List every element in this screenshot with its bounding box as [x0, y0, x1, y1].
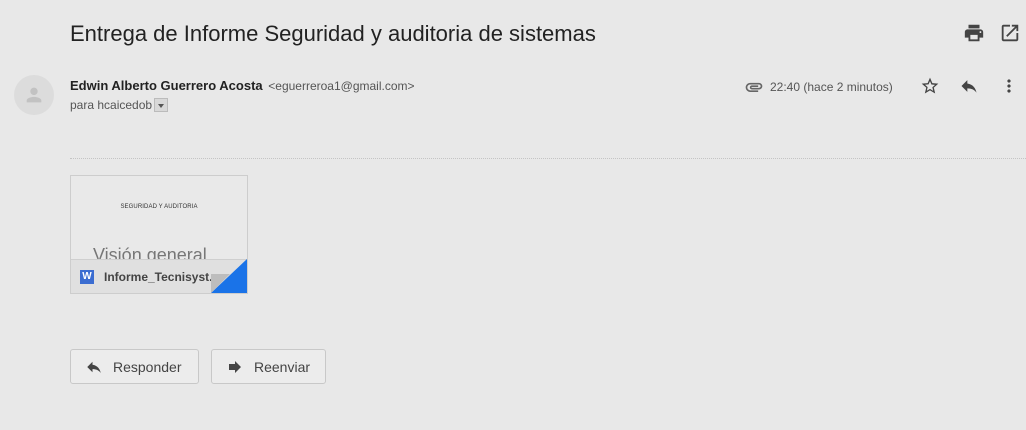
recipient-line: para hcaicedob [70, 98, 169, 112]
reply-icon [87, 361, 101, 373]
print-icon[interactable] [963, 22, 987, 46]
message-meta: 22:40 (hace 2 minutos) [744, 77, 893, 97]
sender-avatar[interactable] [14, 75, 54, 115]
star-icon[interactable] [918, 74, 942, 98]
message-time: 22:40 (hace 2 minutos) [770, 80, 893, 94]
forward-icon [229, 360, 241, 373]
person-icon [26, 87, 42, 103]
open-in-new-window-icon[interactable] [999, 22, 1023, 46]
attachment-corner-fold [211, 259, 247, 293]
sender-line: Edwin Alberto Guerrero Acosta <eguerrero… [70, 78, 415, 93]
forward-button-label: Reenviar [254, 358, 311, 375]
paperclip-icon [745, 82, 763, 92]
reply-button-label: Responder [113, 358, 182, 375]
header-divider [70, 158, 1026, 159]
attachment-card[interactable]: SEGURIDAD Y AUDITORIA Visión general W I… [70, 175, 248, 294]
email-subject: Entrega de Informe Seguridad y auditoria… [70, 21, 596, 46]
forward-button[interactable]: Reenviar [211, 349, 326, 384]
sender-name[interactable]: Edwin Alberto Guerrero Acosta [70, 78, 263, 93]
attachment-file-name: Informe_Tecnisyst... [104, 269, 220, 284]
attachment-preview-title: SEGURIDAD Y AUDITORIA [120, 204, 198, 210]
sender-email: <eguerreroa1@gmail.com> [268, 79, 415, 93]
more-vertical-icon[interactable] [997, 74, 1021, 98]
reply-icon[interactable] [957, 74, 981, 98]
show-details-dropdown[interactable] [154, 98, 169, 112]
word-file-icon: W [80, 269, 94, 284]
reply-button[interactable]: Responder [70, 349, 199, 384]
recipient-text: para hcaicedob [70, 98, 153, 112]
